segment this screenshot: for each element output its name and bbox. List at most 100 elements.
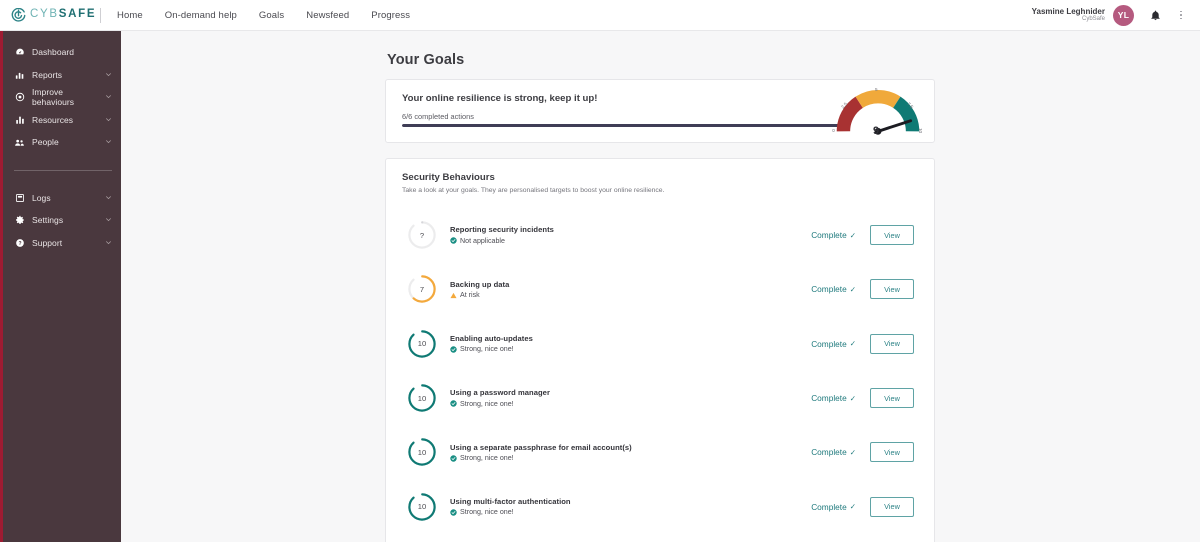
brand-name-part2: SAFE (58, 8, 97, 21)
sidebar-divider (14, 169, 112, 171)
sidebar-item-settings[interactable]: Settings (3, 209, 121, 232)
chevron-down-icon[interactable] (105, 137, 112, 147)
chevron-down-icon[interactable] (105, 193, 112, 203)
behaviour-row: 10 Using a password manager Strong, nice… (402, 371, 918, 425)
sidebar-item-dashboard[interactable]: Dashboard (3, 41, 121, 64)
behaviour-status: Strong, nice one! (450, 400, 811, 408)
help-circle-icon: ? (14, 238, 25, 248)
behaviour-actions: Complete ✓ View (811, 496, 914, 517)
main-content: Your Goals Your online resilience is str… (121, 31, 1200, 542)
behaviour-actions: Complete ✓ View (811, 333, 914, 354)
kebab-menu-icon[interactable] (1176, 8, 1186, 22)
complete-toggle[interactable]: Complete ✓ (811, 447, 856, 457)
check-icon: ✓ (849, 230, 856, 240)
behaviour-status-label: At risk (460, 291, 480, 300)
behaviour-status-label: Strong, nice one! (460, 454, 514, 463)
behaviour-text: Backing up data At risk (450, 280, 811, 300)
behaviour-actions: Complete ✓ View (811, 225, 914, 246)
reports-chart-icon (14, 70, 25, 80)
sidebar-item-reports[interactable]: Reports (3, 64, 121, 87)
check-icon: ✓ (849, 502, 856, 512)
check-icon: ✓ (849, 284, 856, 294)
chevron-down-icon[interactable] (105, 215, 112, 225)
notification-bell-icon[interactable] (1148, 8, 1162, 22)
behaviour-score-ring: ? (407, 220, 437, 250)
sidebar-label: Settings (32, 215, 64, 226)
view-button[interactable]: View (870, 279, 914, 300)
check-circle-icon (450, 346, 457, 353)
behaviour-score-value: 7 (419, 284, 425, 294)
behaviour-status: Strong, nice one! (450, 345, 811, 353)
complete-label: Complete (811, 447, 847, 458)
warning-triangle-icon (450, 292, 457, 299)
sidebar-item-logs[interactable]: Logs (3, 187, 121, 210)
complete-label: Complete (811, 338, 847, 349)
behaviour-score-ring: 10 (407, 329, 437, 359)
chevron-down-icon[interactable] (105, 70, 112, 80)
complete-toggle[interactable]: Complete ✓ (811, 230, 856, 240)
view-button[interactable]: View (870, 442, 914, 463)
user-name: Yasmine Leghnider (1031, 6, 1105, 16)
view-button[interactable]: View (870, 225, 914, 246)
behaviour-status-label: Strong, nice one! (460, 399, 514, 408)
behaviour-name: Using a password manager (450, 388, 550, 398)
target-icon (14, 92, 25, 102)
behaviour-status: Strong, nice one! (450, 454, 811, 462)
top-bar-right: Yasmine Leghnider CybSafe YL (1032, 4, 1200, 26)
complete-toggle[interactable]: Complete ✓ (811, 284, 856, 294)
view-button[interactable]: View (870, 388, 914, 409)
chevron-down-icon[interactable] (105, 238, 112, 248)
nav-item-goals[interactable]: Goals (259, 10, 284, 21)
check-circle-icon (450, 400, 457, 407)
complete-toggle[interactable]: Complete ✓ (811, 502, 856, 512)
brand-logo[interactable]: CYBSAFE (0, 7, 95, 23)
behaviour-text: Using multi-factor authentication Strong… (450, 497, 811, 517)
behaviours-subtitle: Take a look at your goals. They are pers… (402, 187, 665, 194)
complete-label: Complete (811, 284, 847, 295)
gauge-value: 9 (872, 125, 880, 137)
behaviour-status-label: Strong, nice one! (460, 508, 514, 517)
resilience-progress-bar (402, 124, 848, 127)
view-button[interactable]: View (870, 333, 914, 354)
behaviour-text: Using a separate passphrase for email ac… (450, 443, 811, 463)
page-title: Your Goals (387, 52, 465, 68)
view-button[interactable]: View (870, 496, 914, 517)
sidebar-item-people[interactable]: People (3, 131, 121, 154)
nav-item-progress[interactable]: Progress (371, 10, 410, 21)
check-icon: ✓ (849, 393, 856, 403)
check-circle-icon (450, 454, 457, 462)
behaviour-status: Strong, nice one! (450, 508, 811, 516)
sidebar-label: Dashboard (32, 47, 75, 58)
gear-icon (14, 215, 25, 225)
gauge-tick-4: 10 (918, 127, 924, 134)
behaviour-actions: Complete ✓ View (811, 388, 914, 409)
behaviour-score-ring: 10 (407, 383, 437, 413)
sidebar-label: Support (32, 237, 63, 248)
sidebar-item-support[interactable]: ? Support (3, 232, 121, 255)
complete-toggle[interactable]: Complete ✓ (811, 339, 856, 349)
sidebar-item-improve-behaviours[interactable]: Improve behaviours (3, 86, 121, 109)
dashboard-icon (14, 47, 25, 57)
brand-divider (100, 7, 101, 23)
nav-item-on-demand-help[interactable]: On-demand help (165, 10, 237, 21)
chevron-down-icon[interactable] (105, 92, 112, 102)
behaviour-actions: Complete ✓ View (811, 442, 914, 463)
behaviour-name: Using a separate passphrase for email ac… (450, 442, 632, 452)
check-icon: ✓ (849, 447, 856, 457)
chevron-down-icon[interactable] (105, 115, 112, 125)
behaviour-score-ring: 10 (407, 437, 437, 467)
avatar[interactable]: YL (1113, 4, 1134, 26)
complete-toggle[interactable]: Complete ✓ (811, 393, 856, 403)
behaviour-row: 10 Enabling auto-updates Strong, nice on… (402, 317, 918, 371)
complete-label: Complete (811, 393, 847, 404)
behaviour-text: Reporting security incidents Not applica… (450, 225, 811, 245)
nav-item-newsfeed[interactable]: Newsfeed (306, 10, 349, 21)
check-circle-icon (450, 509, 457, 516)
resilience-card: Your online resilience is strong, keep i… (385, 79, 935, 143)
sidebar-item-resources[interactable]: Resources (3, 109, 121, 132)
user-info[interactable]: Yasmine Leghnider CybSafe (1032, 7, 1105, 23)
nav-item-home[interactable]: Home (117, 10, 143, 21)
behaviour-row: 7 Backing up data At risk Complete ✓ Vie… (402, 262, 918, 316)
